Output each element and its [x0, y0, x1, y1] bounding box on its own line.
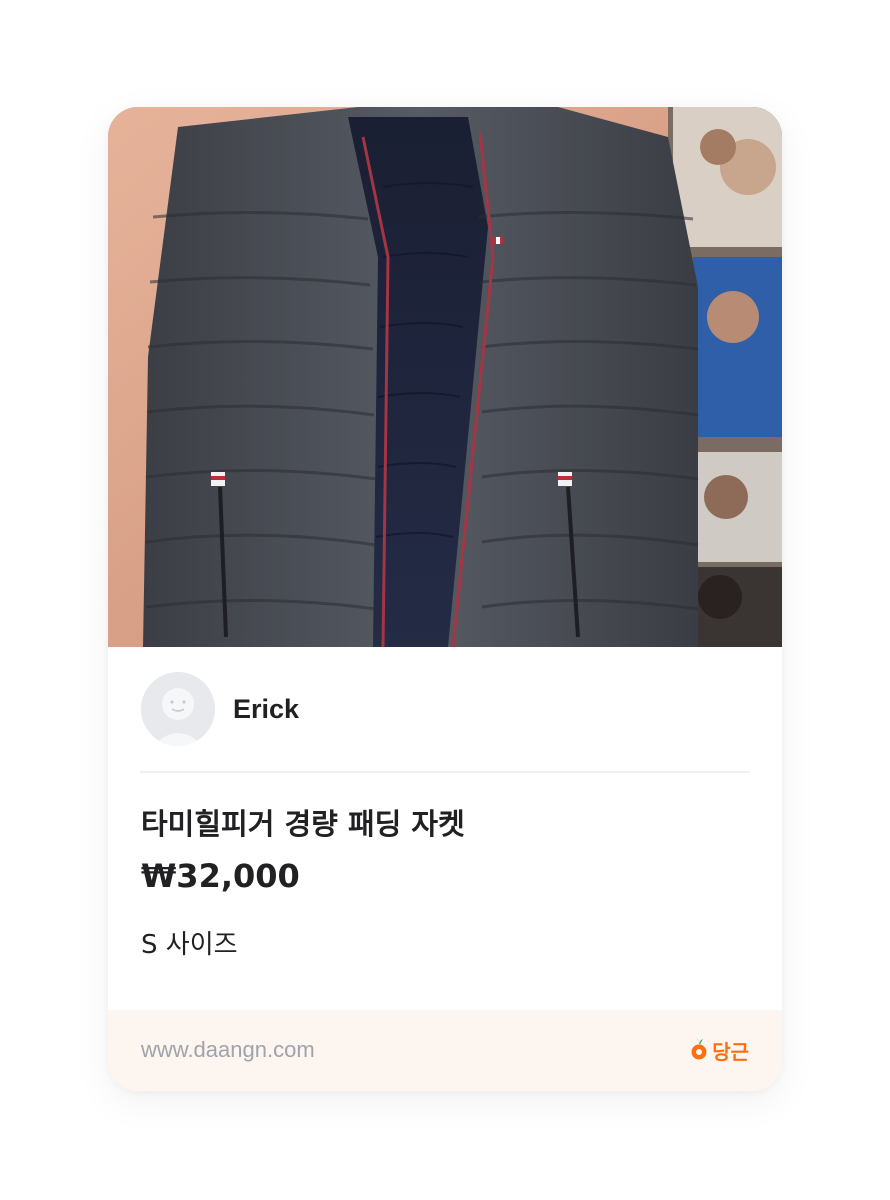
default-avatar-icon [141, 672, 215, 746]
listing-description: S 사이즈 [141, 930, 238, 960]
jacket-image [108, 107, 782, 647]
seller-name[interactable]: Erick [233, 694, 299, 725]
seller-profile[interactable]: Erick [141, 672, 299, 746]
brand-logo[interactable]: 당근 [690, 1036, 749, 1065]
carrot-logo-icon [690, 1037, 708, 1065]
product-photo[interactable] [108, 107, 782, 647]
listing-card[interactable]: Erick 타미힐피거 경량 패딩 자켓 ₩32,000 S 사이즈 www.d… [108, 107, 782, 1091]
listing-title: 타미힐피거 경량 패딩 자켓 [141, 807, 465, 841]
brand-name: 당근 [712, 1040, 749, 1064]
site-link[interactable]: www.daangn.com [141, 1037, 315, 1063]
listing-price: ₩32,000 [141, 857, 300, 895]
card-footer: www.daangn.com 당근 [108, 1010, 782, 1091]
divider [140, 771, 750, 773]
